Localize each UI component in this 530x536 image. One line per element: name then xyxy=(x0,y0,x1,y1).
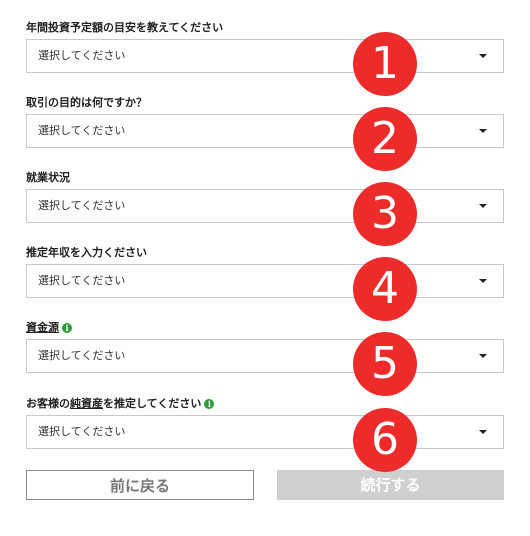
trade-purpose-select[interactable]: 選択してください 2 xyxy=(26,107,504,171)
field-label: 取引の目的は何ですか？ xyxy=(26,96,147,109)
net-worth-select[interactable]: 選択してください 6 xyxy=(26,408,504,472)
select-value: 選択してください xyxy=(38,349,126,362)
chevron-down-icon xyxy=(479,430,487,434)
select-value: 選択してください xyxy=(38,425,126,438)
field-label-term: 純資産 xyxy=(70,397,103,410)
continue-button[interactable]: 続行する xyxy=(277,470,504,500)
field-trade-purpose: 取引の目的は何ですか？ 選択してください 2 xyxy=(26,95,504,171)
step-badge: 5 xyxy=(353,332,417,396)
field-label-text: 資金源 xyxy=(26,321,59,334)
info-icon[interactable]: i xyxy=(62,323,72,333)
step-badge: 1 xyxy=(353,32,417,96)
chevron-down-icon xyxy=(479,204,487,208)
field-label: 資金源 i xyxy=(26,320,504,336)
employment-status-select[interactable]: 選択してください 3 xyxy=(26,182,504,246)
select-value: 選択してください xyxy=(38,124,126,137)
annual-investment-select[interactable]: 選択してください 1 xyxy=(26,32,504,96)
chevron-down-icon xyxy=(479,129,487,133)
field-label: 推定年収を入力ください xyxy=(26,246,147,259)
field-annual-income: 推定年収を入力ください 選択してください 4 xyxy=(26,245,504,321)
annual-income-select[interactable]: 選択してください 4 xyxy=(26,257,504,321)
field-annual-investment: 年間投資予定額の目安を教えてください 選択してください 1 xyxy=(26,20,504,96)
select-value: 選択してください xyxy=(38,274,126,287)
chevron-down-icon xyxy=(479,54,487,58)
step-badge: 6 xyxy=(353,408,417,472)
field-employment-status: 就業状況 選択してください 3 xyxy=(26,170,504,246)
chevron-down-icon xyxy=(479,354,487,358)
source-of-funds-select[interactable]: 選択してください 5 xyxy=(26,332,504,396)
chevron-down-icon xyxy=(479,279,487,283)
select-value: 選択してください xyxy=(38,199,126,212)
step-badge: 4 xyxy=(353,257,417,321)
step-badge: 3 xyxy=(353,182,417,246)
field-label-suffix: を推定してください xyxy=(103,397,202,410)
field-label-prefix: お客様の xyxy=(26,397,70,410)
field-source-of-funds: 資金源 i 選択してください 5 xyxy=(26,320,504,396)
info-icon[interactable]: i xyxy=(204,399,215,409)
select-value: 選択してください xyxy=(38,49,126,62)
field-label: 年間投資予定額の目安を教えてください xyxy=(26,21,224,34)
back-button[interactable]: 前に戻る xyxy=(26,470,254,500)
step-badge: 2 xyxy=(353,107,417,171)
field-label: お客様の 純資産 を推定してください i xyxy=(26,396,504,412)
field-net-worth: お客様の 純資産 を推定してください i 選択してください 6 xyxy=(26,396,504,472)
field-label: 就業状況 xyxy=(26,171,70,184)
